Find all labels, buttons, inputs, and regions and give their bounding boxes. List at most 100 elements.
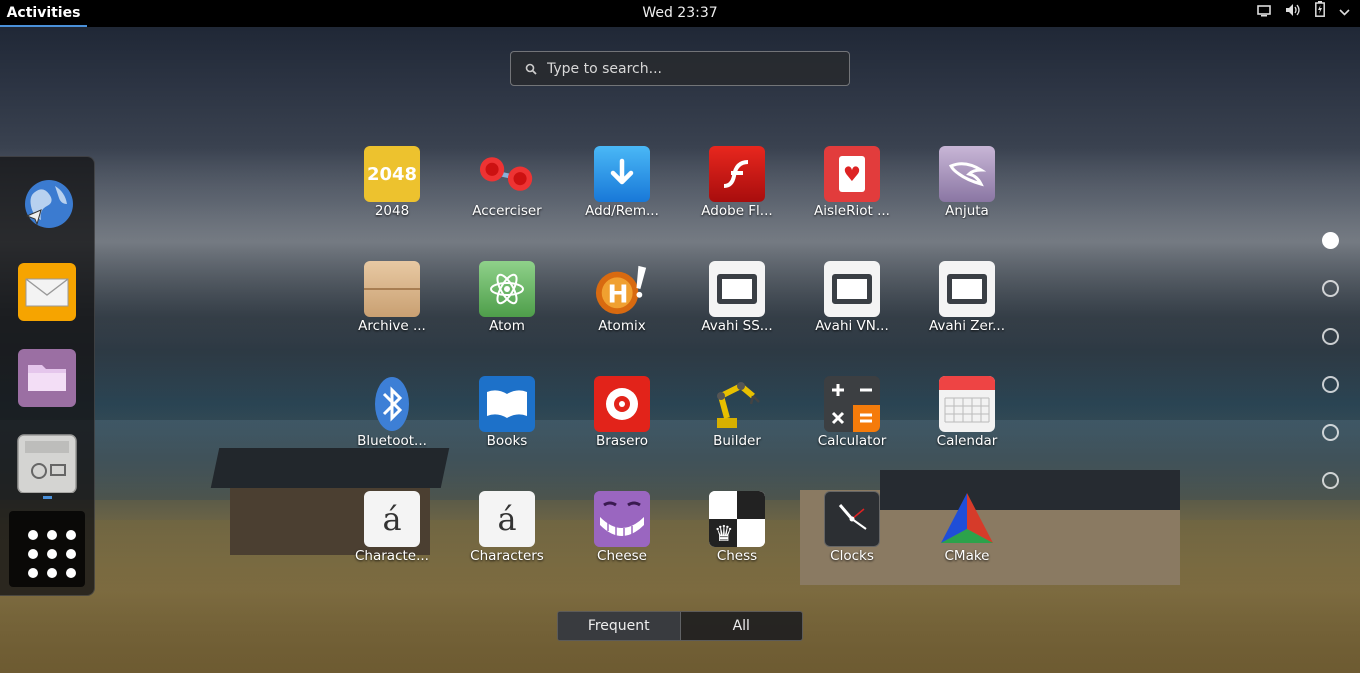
files-icon[interactable] [17,347,77,407]
search-input[interactable] [547,60,827,77]
software-icon[interactable] [17,433,77,494]
web-browser-icon[interactable] [17,176,77,236]
book-icon [479,376,535,432]
wallpaper-mountains [0,150,1360,430]
app-label: Avahi SS... [701,318,773,334]
app-label: Brasero [596,433,648,449]
app-label: Calculator [817,433,887,449]
search-box[interactable] [510,51,850,86]
running-indicator [43,496,52,499]
chevron-down-icon[interactable] [1339,0,1350,27]
frequent-tab[interactable]: Frequent [558,612,681,640]
app-calendar[interactable]: Calendar [912,376,1022,476]
app-atomix[interactable]: H Atomix [567,261,677,361]
grid-dot [28,568,38,578]
chess-icon: ♛ [709,491,765,547]
wallpaper-lake [0,420,1360,500]
atomix-icon: H [594,261,650,317]
app-archive-manager[interactable]: Archive ... [337,261,447,361]
volume-icon[interactable] [1285,0,1301,27]
app-avahi-ssh[interactable]: Avahi SS... [682,261,792,361]
app-label: Atom [489,318,525,334]
app-brasero[interactable]: Brasero [567,376,677,476]
app-label: Cheese [597,548,647,564]
search-icon [525,63,537,75]
app-label: Archive ... [358,318,426,334]
download-icon [594,146,650,202]
page-indicator-2[interactable] [1322,280,1339,297]
screen-icon[interactable] [1257,0,1271,27]
app-label: Builder [713,433,761,449]
app-label: Characte... [355,548,429,564]
app-calculator[interactable]: Calculator [797,376,907,476]
app-accerciser[interactable]: Accerciser [452,146,562,246]
svg-text:♛: ♛ [714,522,734,547]
dash [0,156,95,596]
app-books[interactable]: Books [452,376,562,476]
app-characters[interactable]: á Characters [452,491,562,591]
page-indicator-5[interactable] [1322,424,1339,441]
grid-dot [47,568,57,578]
app-label: Avahi VN... [815,318,889,334]
app-avahi-vnc[interactable]: Avahi VN... [797,261,907,361]
app-label: Bluetoot... [357,433,427,449]
app-label: Atomix [598,318,646,334]
clock-button[interactable]: Wed 23:37 [642,5,717,21]
app-aisleriot[interactable]: ♥ AisleRiot ... [797,146,907,246]
grid-dot [66,549,76,559]
character-glyph: á [497,500,517,538]
character-glyph: á [382,500,402,538]
app-builder[interactable]: Builder [682,376,792,476]
calculator-icon [824,376,880,432]
page-indicator-3[interactable] [1322,328,1339,345]
grid-dot [66,568,76,578]
screen-frame [832,274,872,304]
app-anjuta[interactable]: Anjuta [912,146,1022,246]
app-adobe-flash[interactable]: Adobe Fl... [682,146,792,246]
anjuta-icon [939,146,995,202]
app-label: Adobe Fl... [701,203,773,219]
page-indicator-1[interactable] [1322,232,1339,249]
2048-icon: 2048 [364,146,420,202]
app-label: Avahi Zer... [928,318,1006,334]
app-clocks[interactable]: Clocks [797,491,907,591]
system-tray[interactable] [1257,0,1350,27]
archive-icon [364,261,420,317]
app-label: Calendar [936,433,998,449]
app-label: Characters [470,548,544,564]
page-indicator-4[interactable] [1322,376,1339,393]
app-label: AisleRiot ... [814,203,890,219]
grid-dot [66,530,76,540]
screen-frame [717,274,757,304]
app-character-map[interactable]: á Characte... [337,491,447,591]
flash-icon [709,146,765,202]
app-cmake[interactable]: CMake [912,491,1022,591]
app-bluetooth[interactable]: Bluetoot... [337,376,447,476]
app-label: 2048 [374,203,410,219]
network-server-icon [824,261,880,317]
activities-button[interactable]: Activities [0,0,87,27]
network-server-icon [709,261,765,317]
show-apps-button[interactable] [9,511,85,587]
app-add-remove[interactable]: Add/Rem... [567,146,677,246]
grid-dot [47,530,57,540]
cheese-icon [594,491,650,547]
heart-icon: ♥ [839,156,865,192]
bluetooth-icon [364,376,420,432]
app-avahi-zeroconf[interactable]: Avahi Zer... [912,261,1022,361]
app-cheese[interactable]: Cheese [567,491,677,591]
grid-dot [28,549,38,559]
mail-icon[interactable] [17,261,77,321]
app-label: Books [486,433,528,449]
app-atom[interactable]: Atom [452,261,562,361]
show-apps-icon [28,530,38,540]
battery-icon[interactable] [1315,0,1325,27]
view-switch: Frequent All [557,611,803,641]
app-label: Add/Rem... [585,203,659,219]
all-tab[interactable]: All [681,612,803,640]
page-indicator-6[interactable] [1322,472,1339,489]
app-2048[interactable]: 2048 2048 [337,146,447,246]
app-chess[interactable]: ♛ Chess [682,491,792,591]
card-heart-icon: ♥ [824,146,880,202]
character-icon: á [479,491,535,547]
